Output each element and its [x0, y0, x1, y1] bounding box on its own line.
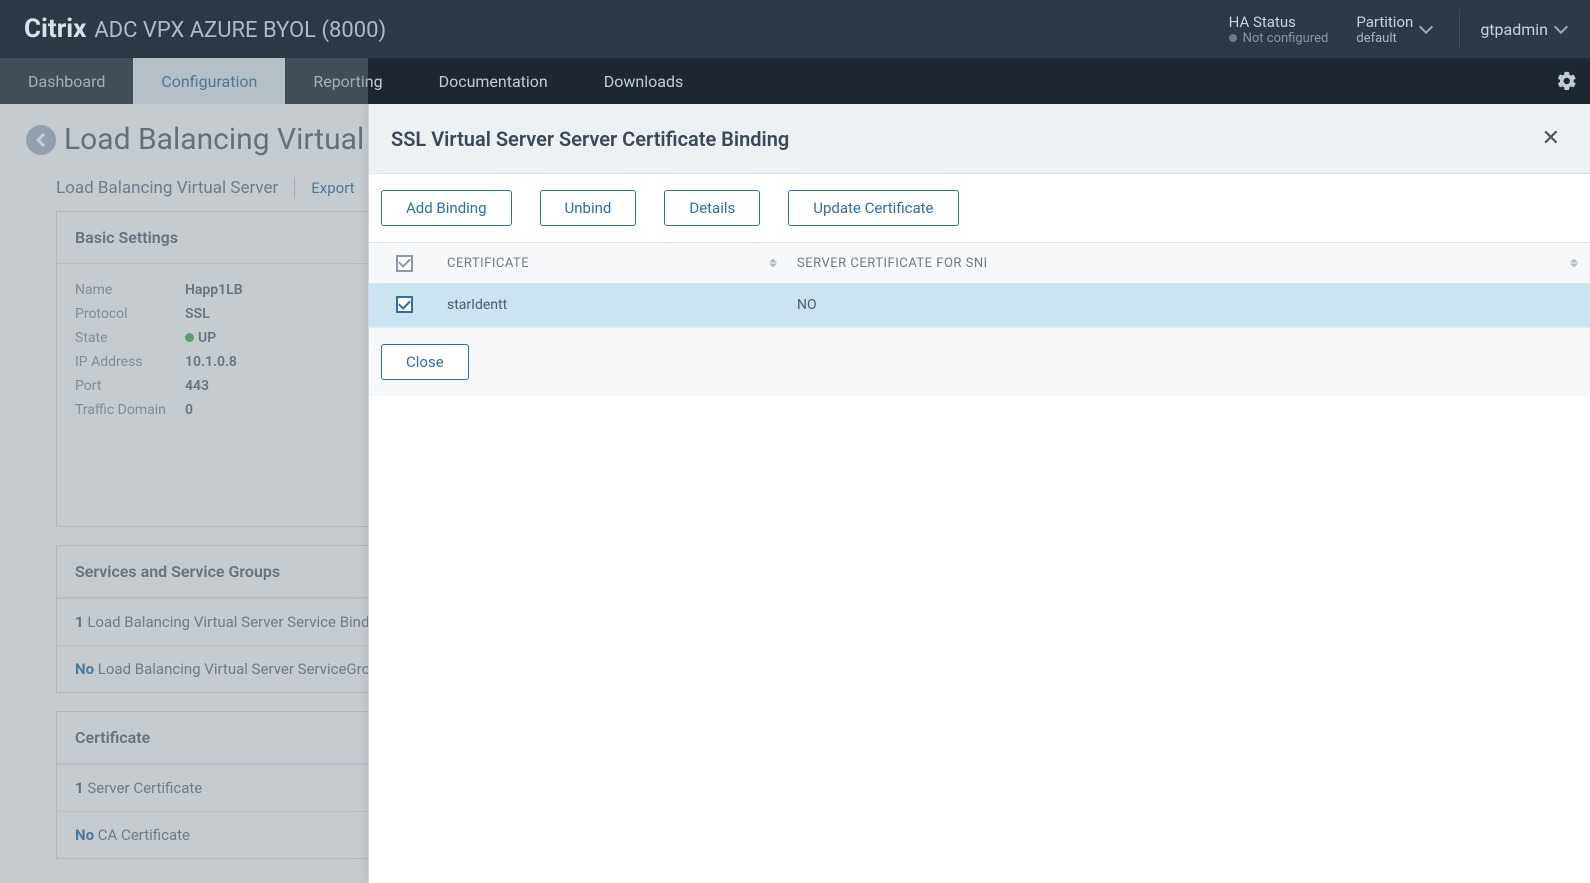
partition-label: Partition [1356, 13, 1413, 31]
table-header: CERTIFICATE SERVER CERTIFICATE FOR SNI [369, 243, 1590, 283]
tab-configuration[interactable]: Configuration [133, 58, 285, 104]
chevron-down-icon [1554, 20, 1568, 34]
unbind-button[interactable]: Unbind [540, 190, 637, 226]
ha-status-title: HA Status [1229, 13, 1329, 31]
tab-reporting[interactable]: Reporting [285, 58, 410, 104]
column-sni[interactable]: SERVER CERTIFICATE FOR SNI [789, 256, 1590, 271]
panel-title: SSL Virtual Server Server Certificate Bi… [391, 127, 789, 151]
ha-status-value: Not configured [1229, 31, 1329, 46]
tab-downloads[interactable]: Downloads [576, 58, 711, 104]
user-menu[interactable]: gtpadmin [1459, 9, 1566, 49]
chevron-down-icon [1419, 20, 1433, 34]
partition-value: default [1356, 31, 1396, 46]
ha-status: HA Status Not configured [1229, 13, 1329, 46]
details-button[interactable]: Details [664, 190, 760, 226]
column-certificate[interactable]: CERTIFICATE [439, 256, 789, 271]
nav-tabs: Dashboard Configuration Reporting Docume… [0, 58, 1590, 104]
row-checkbox[interactable] [396, 296, 413, 313]
cell-sni: NO [789, 297, 1590, 313]
user-name: gtpadmin [1480, 20, 1548, 39]
back-arrow-icon [35, 132, 49, 146]
export-link[interactable]: Export [311, 179, 354, 197]
sub-bar-label: Load Balancing Virtual Server [56, 178, 278, 198]
brand: Citrix ADC VPX AZURE BYOL (8000) [24, 14, 386, 44]
select-all-checkbox[interactable] [396, 255, 413, 272]
tab-dashboard[interactable]: Dashboard [0, 58, 133, 104]
ha-status-dot-icon [1229, 34, 1237, 42]
ssl-certificate-binding-panel: SSL Virtual Server Server Certificate Bi… [368, 104, 1590, 883]
sort-icon [769, 259, 777, 268]
add-binding-button[interactable]: Add Binding [381, 190, 512, 226]
brand-sub: ADC VPX AZURE BYOL (8000) [94, 18, 386, 43]
sort-icon [1570, 259, 1578, 268]
table-row[interactable]: starIdentt NO [369, 283, 1590, 327]
top-header: Citrix ADC VPX AZURE BYOL (8000) HA Stat… [0, 0, 1590, 58]
settings-gear-button[interactable] [1544, 58, 1590, 104]
close-icon[interactable]: ✕ [1534, 122, 1568, 155]
panel-footer: Close [369, 327, 1590, 396]
panel-toolbar: Add Binding Unbind Details Update Certif… [369, 174, 1590, 242]
page-title: Load Balancing Virtual [64, 122, 364, 157]
bindings-table: CERTIFICATE SERVER CERTIFICATE FOR SNI s… [369, 242, 1590, 327]
gear-icon [1556, 70, 1578, 92]
top-header-right: HA Status Not configured Partition defau… [1229, 9, 1566, 49]
divider [294, 177, 295, 199]
state-up-icon [185, 333, 194, 342]
update-certificate-button[interactable]: Update Certificate [788, 190, 958, 226]
cell-certificate: starIdentt [439, 297, 789, 313]
back-button[interactable] [26, 125, 56, 155]
tab-documentation[interactable]: Documentation [411, 58, 576, 104]
brand-main: Citrix [24, 14, 86, 44]
panel-header: SSL Virtual Server Server Certificate Bi… [369, 104, 1590, 174]
close-button[interactable]: Close [381, 344, 469, 380]
partition-selector[interactable]: Partition default [1356, 13, 1431, 46]
